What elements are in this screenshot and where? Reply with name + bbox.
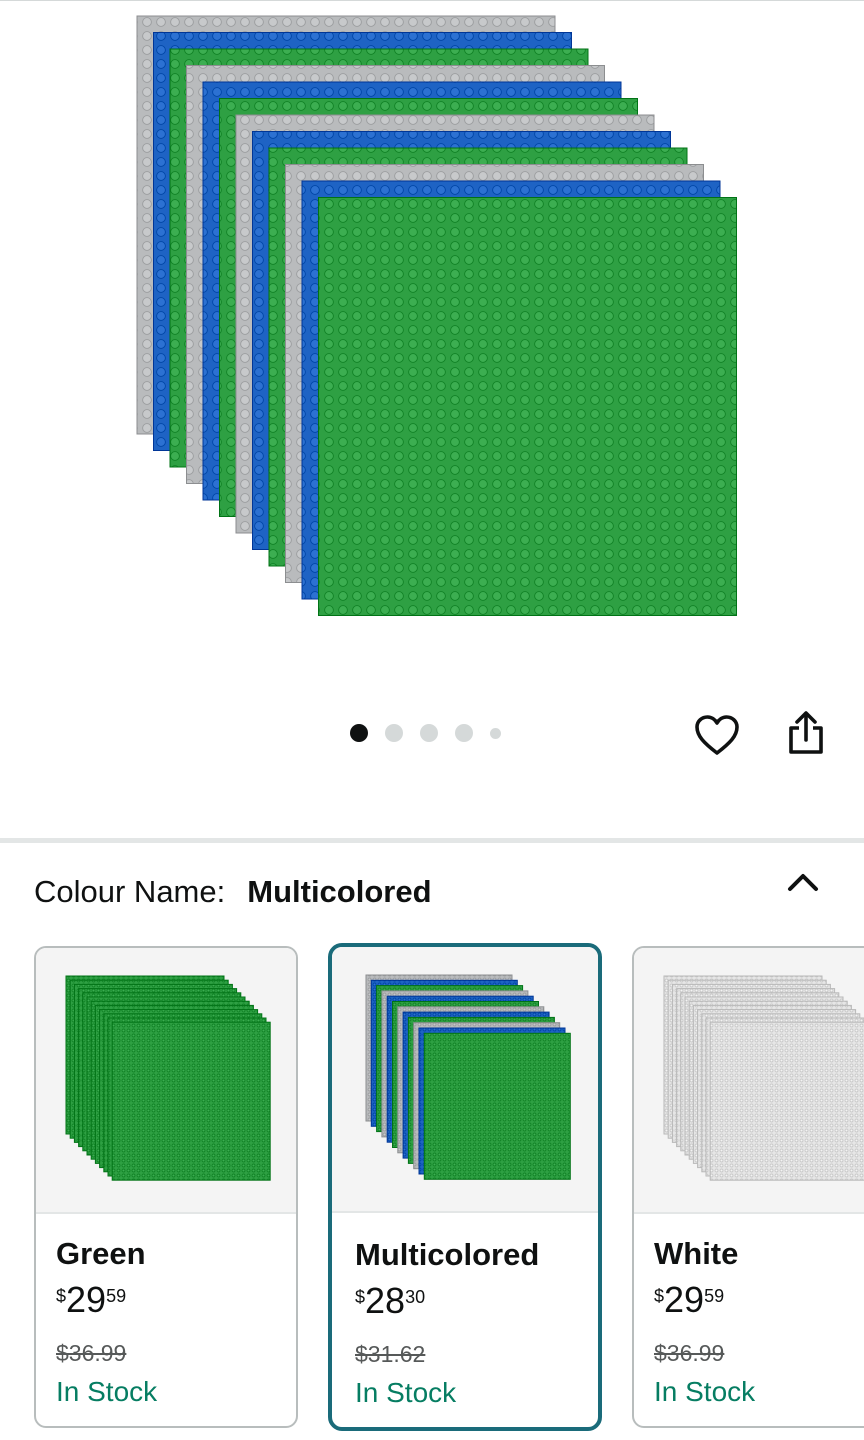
carousel-dot[interactable] (455, 724, 473, 742)
image-carousel-indicator (350, 722, 501, 744)
colour-selector-header: Colour Name: Multicolored (34, 870, 432, 914)
baseplate-layer (111, 1021, 271, 1181)
collapse-colour-button[interactable] (780, 862, 826, 902)
variant-stock-status: In Stock (355, 1377, 457, 1408)
baseplates-stack-image (136, 15, 737, 616)
variant-card-green[interactable]: Green $ 29 59 $36.99 In Stock (34, 946, 298, 1428)
variant-list-price: $36.99 (654, 1340, 725, 1366)
variant-price: $ 29 59 (654, 1282, 724, 1326)
wishlist-button[interactable] (690, 708, 744, 762)
variant-name: White (654, 1236, 739, 1271)
price-currency: $ (355, 1287, 366, 1307)
variant-thumbnail (36, 948, 296, 1214)
variant-name: Multicolored (355, 1237, 540, 1272)
baseplate-layer (709, 1021, 864, 1181)
variant-name: Green (56, 1236, 146, 1271)
heart-icon (695, 715, 739, 755)
variant-card-white[interactable]: White $ 29 59 $36.99 In Stock (632, 946, 864, 1428)
variant-list-price: $31.62 (355, 1341, 426, 1367)
variant-thumbnail (634, 948, 864, 1214)
price-currency: $ (654, 1286, 665, 1306)
baseplate-layer (318, 197, 737, 616)
colour-selected-value: Multicolored (247, 874, 432, 909)
white-baseplates-image (663, 975, 864, 1181)
colour-variant-list: Green $ 29 59 $36.99 In Stock Multicolor… (0, 943, 864, 1440)
price-whole: 29 (664, 1279, 705, 1320)
variant-list-price: $36.99 (56, 1340, 127, 1366)
price-fraction: 59 (704, 1286, 725, 1306)
price-currency: $ (56, 1286, 67, 1306)
price-fraction: 30 (405, 1287, 426, 1307)
green-baseplates-image (65, 975, 271, 1181)
carousel-dot[interactable] (385, 724, 403, 742)
variant-price: $ 28 30 (355, 1283, 425, 1327)
price-whole: 28 (365, 1280, 406, 1321)
variant-thumbnail (332, 947, 598, 1213)
multicolor-baseplates-image (365, 974, 571, 1180)
baseplate-layer (423, 1032, 571, 1180)
section-divider (0, 838, 864, 843)
variant-price: $ 29 59 (56, 1282, 126, 1326)
chevron-up-icon (788, 874, 818, 891)
carousel-dot[interactable] (490, 727, 501, 739)
product-image[interactable] (0, 0, 864, 690)
share-icon (789, 711, 823, 754)
carousel-dot-active[interactable] (350, 724, 368, 742)
price-fraction: 59 (106, 1286, 127, 1306)
carousel-dot[interactable] (420, 724, 438, 742)
share-button[interactable] (779, 706, 833, 760)
product-page: Colour Name: Multicolored Green $ 29 59 … (0, 0, 864, 1440)
variant-stock-status: In Stock (56, 1376, 158, 1407)
colour-label: Colour Name: (34, 874, 226, 909)
price-whole: 29 (66, 1279, 107, 1320)
variant-stock-status: In Stock (654, 1376, 756, 1407)
variant-card-multicolored[interactable]: Multicolored $ 28 30 $31.62 In Stock (328, 943, 602, 1431)
